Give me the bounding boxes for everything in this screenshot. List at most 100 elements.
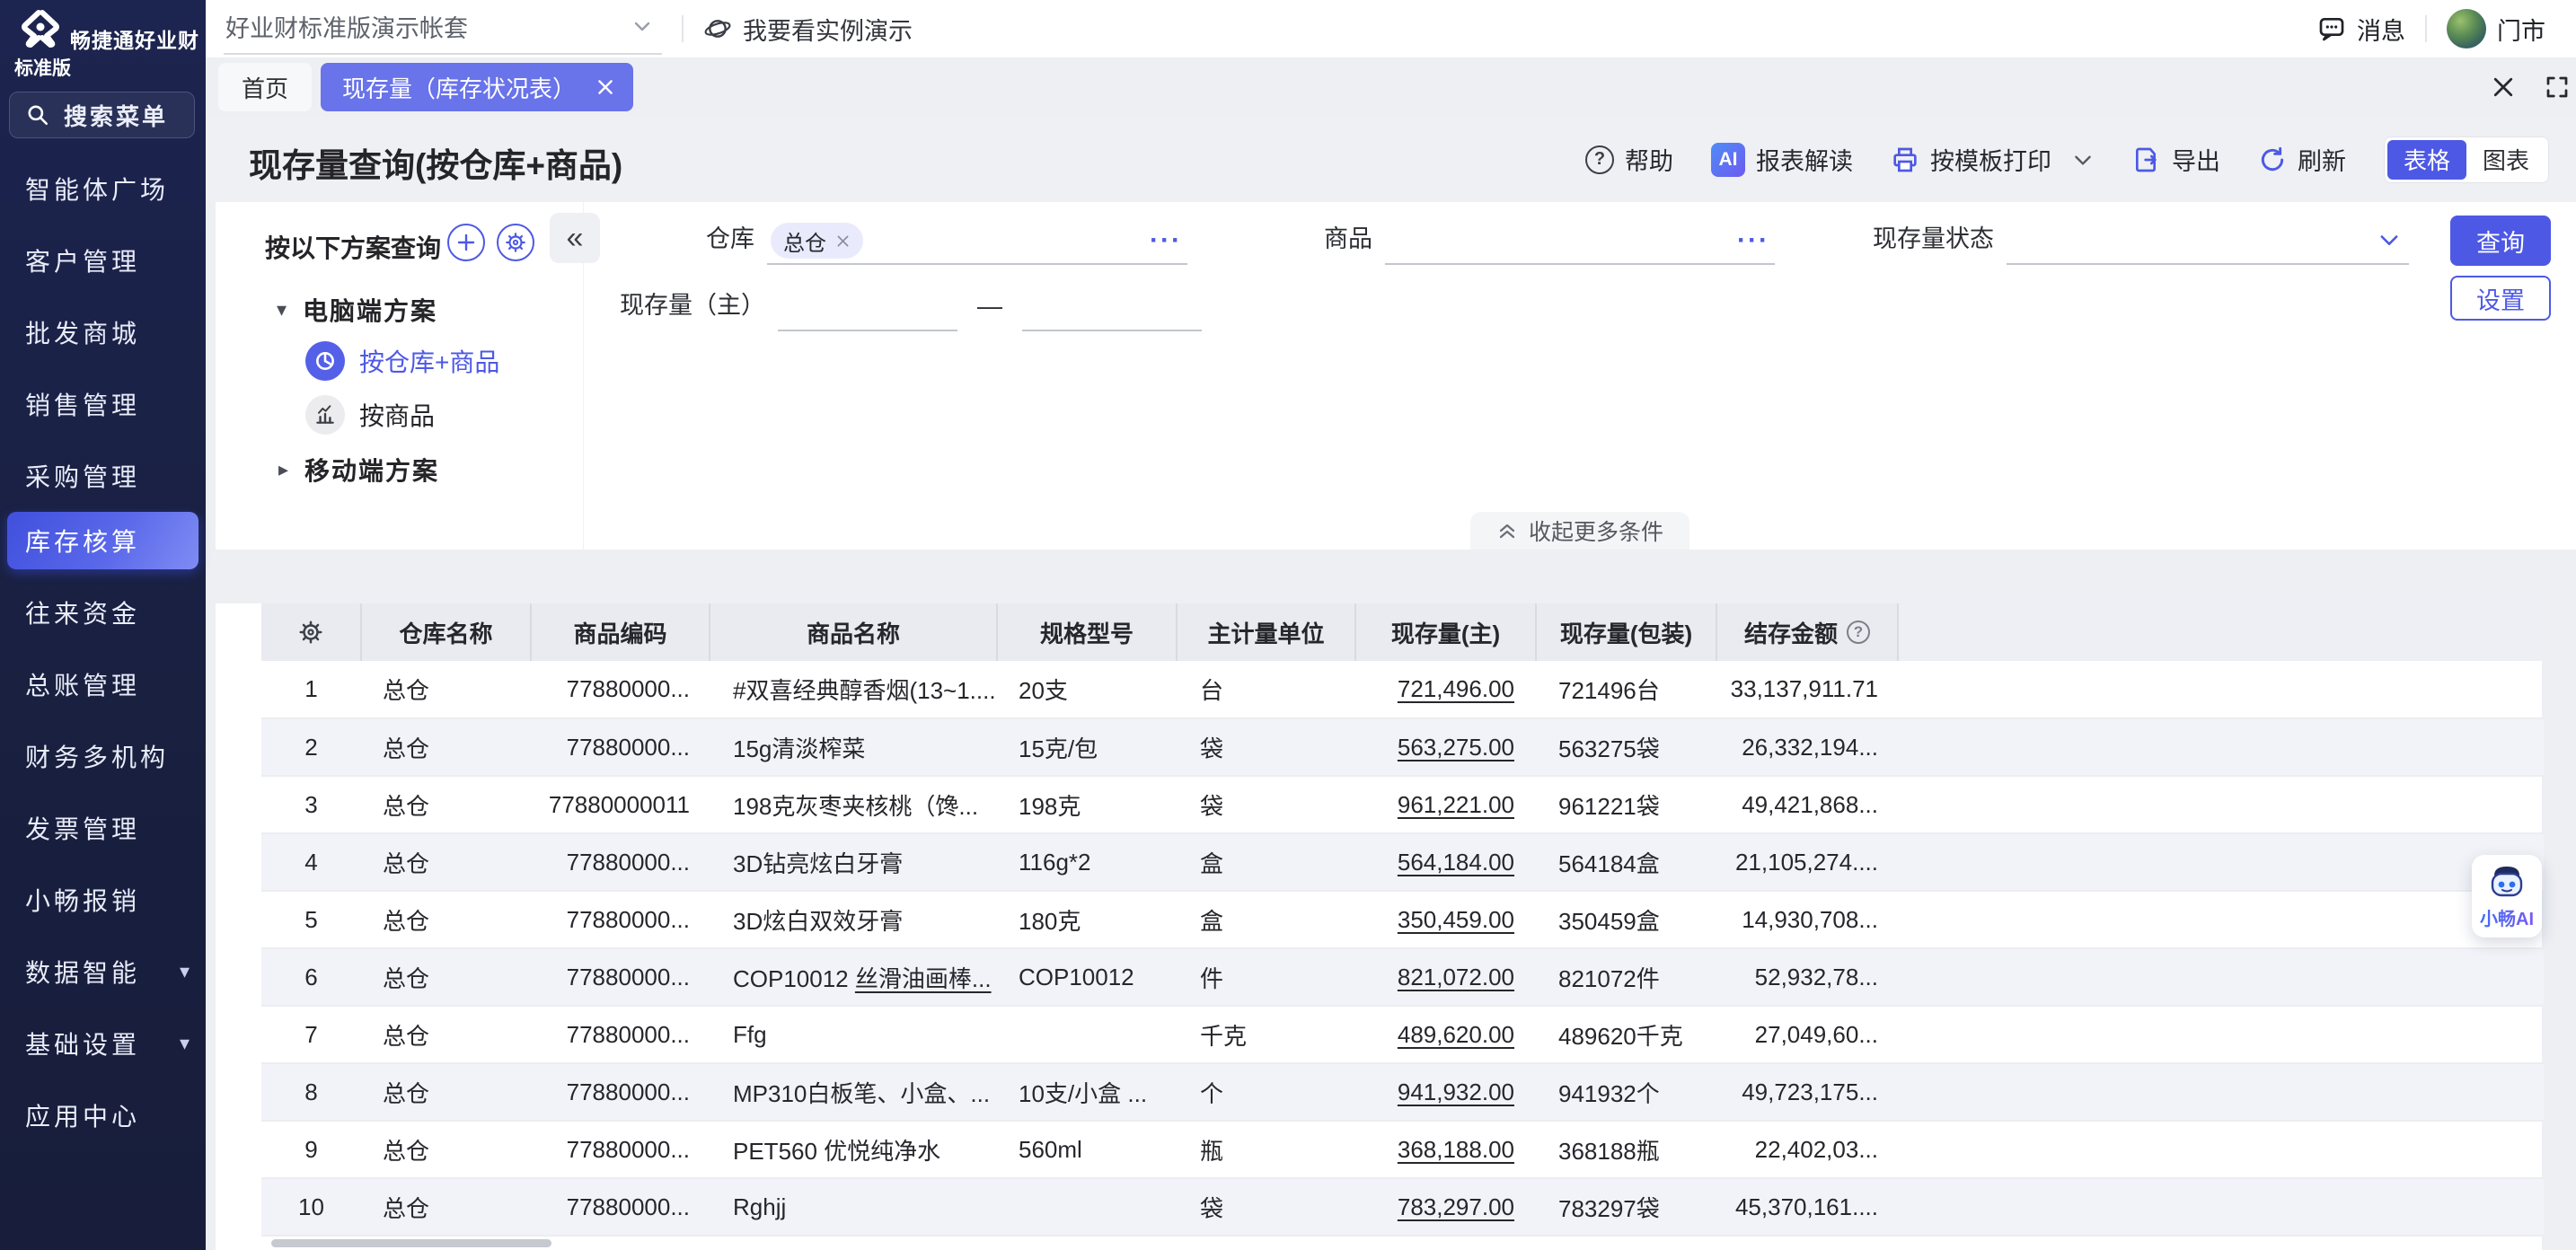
- add-scheme-button[interactable]: [447, 224, 485, 261]
- cell-row-number: 3: [261, 776, 361, 833]
- cell-warehouse: 总仓: [361, 776, 531, 833]
- sidebar-item[interactable]: 销售管理 ▾: [0, 368, 206, 440]
- qty-main-link[interactable]: 368,188.00: [1398, 1136, 1514, 1163]
- tab-close-icon[interactable]: [595, 77, 615, 97]
- cell-product-name: #双喜经典醇香烟(13~1....: [710, 661, 997, 718]
- cell-spec: 180克: [997, 891, 1177, 948]
- print-template-label: 按模板打印: [1930, 142, 2051, 177]
- sidebar-item[interactable]: 总账管理 ▾: [0, 648, 206, 720]
- product-more-button[interactable]: ···: [1737, 225, 1769, 256]
- qty-main-link[interactable]: 721,496.00: [1398, 675, 1514, 702]
- qty-main-link[interactable]: 564,184.00: [1398, 849, 1514, 876]
- scheme-settings-button[interactable]: [497, 224, 534, 261]
- table-row[interactable]: 8 总仓 77880000... MP310白板笔、小盒、... 10支/小盒 …: [261, 1063, 2544, 1121]
- demo-link[interactable]: 我要看实例演示: [703, 12, 913, 47]
- search-button[interactable]: 查询: [2450, 216, 2551, 266]
- cell-filler: [1898, 948, 2544, 1006]
- refresh-button[interactable]: 刷新: [2258, 142, 2346, 177]
- qty-min-input[interactable]: [778, 285, 957, 331]
- table-row[interactable]: 7 总仓 77880000... Ffg 千克 489,620.00 48962…: [261, 1006, 2544, 1063]
- tag-remove-icon[interactable]: [835, 233, 851, 249]
- close-icon[interactable]: [2490, 74, 2517, 101]
- sidebar-item[interactable]: 批发商城 ▾: [0, 296, 206, 368]
- qty-max-input[interactable]: [1022, 285, 1202, 331]
- product-input[interactable]: ···: [1385, 218, 1775, 265]
- sidebar-item[interactable]: 应用中心 ▾: [0, 1079, 206, 1151]
- ai-assistant-widget[interactable]: 小畅AI: [2472, 855, 2542, 938]
- search-menu-input[interactable]: 搜索菜单: [9, 92, 195, 138]
- qty-main-link[interactable]: 350,459.00: [1398, 906, 1514, 933]
- cell-row-number: 2: [261, 718, 361, 776]
- table-row[interactable]: 4 总仓 77880000... 3D钻亮炫白牙膏 116g*2 盒 564,1…: [261, 833, 2544, 891]
- stock-status-select[interactable]: [2007, 218, 2409, 265]
- qty-main-link[interactable]: 563,275.00: [1398, 734, 1514, 761]
- amount-help-icon[interactable]: ?: [1847, 621, 1870, 644]
- collapse-more-conditions[interactable]: 收起更多条件: [1470, 512, 1689, 550]
- cell-product-name: PET560 优悦纯净水: [710, 1121, 997, 1178]
- messages-button[interactable]: 消息: [2317, 12, 2405, 47]
- tree-group-mobile[interactable]: ▸ 移动端方案: [278, 452, 439, 488]
- tab-inventory-report[interactable]: 现存量（库存状况表）: [321, 63, 633, 111]
- sidebar-item[interactable]: 智能体广场 ▾: [0, 153, 206, 224]
- expand-icon[interactable]: [2544, 74, 2571, 101]
- sidebar-item[interactable]: 采购管理 ▾: [0, 440, 206, 512]
- qty-main-link[interactable]: 821,072.00: [1398, 964, 1514, 990]
- table-row[interactable]: 9 总仓 77880000... PET560 优悦纯净水 560ml 瓶 36…: [261, 1121, 2544, 1178]
- tab-home[interactable]: 首页: [218, 63, 312, 111]
- cell-unit: 台: [1177, 661, 1355, 718]
- sidebar-item[interactable]: 客户管理 ▾: [0, 224, 206, 296]
- cell-qty-main: 368,188.00: [1355, 1121, 1536, 1178]
- cell-spec: 560ml: [997, 1121, 1177, 1178]
- table-row[interactable]: 2 总仓 77880000... 15g清淡榨菜 15克/包 袋 563,275…: [261, 718, 2544, 776]
- table-row[interactable]: 1 总仓 77880000... #双喜经典醇香烟(13~1.... 20支 台…: [261, 661, 2544, 718]
- user-menu[interactable]: 门市: [2447, 9, 2545, 48]
- chart-view-button[interactable]: 图表: [2466, 140, 2545, 180]
- divider: [2425, 15, 2427, 42]
- cell-unit: 件: [1177, 948, 1355, 1006]
- cell-amount: 27,049,60...: [1716, 1006, 1898, 1063]
- product-field: 商品 ···: [1324, 218, 1775, 265]
- column-settings-header[interactable]: [261, 603, 361, 661]
- qty-main-link[interactable]: 783,297.00: [1398, 1193, 1514, 1220]
- qty-main-link[interactable]: 961,221.00: [1398, 791, 1514, 818]
- print-chevron-down-icon[interactable]: [2071, 148, 2095, 172]
- table-row[interactable]: 3 总仓 77880000011 198克灰枣夹核桃（馋... 198克 袋 9…: [261, 776, 2544, 833]
- cell-product-name: MP310白板笔、小盒、...: [710, 1063, 997, 1121]
- cell-product-name: Ffg: [710, 1006, 997, 1063]
- table-row[interactable]: 5 总仓 77880000... 3D炫白双效牙膏 180克 盒 350,459…: [261, 891, 2544, 948]
- qty-main-link[interactable]: 941,932.00: [1398, 1078, 1514, 1105]
- table-row[interactable]: 10 总仓 77880000... Rghjj 袋 783,297.00 783…: [261, 1178, 2544, 1236]
- sidebar-item[interactable]: 发票管理 ▾: [0, 792, 206, 864]
- sidebar-item[interactable]: 数据智能 ▾: [0, 936, 206, 1008]
- caret-right-icon: ▸: [278, 458, 288, 481]
- export-label: 导出: [2172, 142, 2220, 177]
- warehouse-input[interactable]: 总仓 ···: [767, 218, 1187, 265]
- scheme-item-warehouse-product[interactable]: 按仓库+商品: [305, 341, 499, 381]
- table-view-button[interactable]: 表格: [2387, 140, 2466, 180]
- settings-button[interactable]: 设置: [2450, 276, 2551, 321]
- export-button[interactable]: 导出: [2132, 142, 2220, 177]
- results-table-container: 仓库名称 商品编码 商品名称 规格型号 主计量单位 现存量(主) 现存量(包装)…: [216, 603, 2542, 1250]
- cell-amount: 49,723,175...: [1716, 1063, 1898, 1121]
- sidebar-item[interactable]: 基础设置 ▾: [0, 1008, 206, 1079]
- cell-filler: [1898, 776, 2544, 833]
- tree-group-pc[interactable]: ▾ 电脑端方案: [277, 292, 437, 328]
- table-row[interactable]: 6 总仓 77880000... COP10012 丝滑油画棒... COP10…: [261, 948, 2544, 1006]
- sidebar-item[interactable]: 往来资金 ▾: [0, 577, 206, 648]
- warehouse-label: 仓库: [706, 219, 754, 265]
- sidebar-item[interactable]: 财务多机构 ▾: [0, 720, 206, 792]
- warehouse-more-button[interactable]: ···: [1150, 225, 1182, 256]
- cell-filler: [1898, 833, 2544, 891]
- sidebar-item[interactable]: 小畅报销 ▾: [0, 864, 206, 936]
- horizontal-scrollbar-thumb[interactable]: [271, 1239, 551, 1247]
- account-select[interactable]: 好业财标准版演示帐套: [224, 4, 662, 55]
- toolbar: ? 帮助 AI 报表解读 按模板打印 导出 刷新: [1585, 117, 2549, 202]
- print-template-button[interactable]: 按模板打印: [1891, 142, 2095, 177]
- qty-main-link[interactable]: 489,620.00: [1398, 1021, 1514, 1048]
- ai-report-button[interactable]: AI 报表解读: [1711, 142, 1853, 177]
- sidebar-item[interactable]: 库存核算 ▾: [7, 512, 198, 569]
- scheme-item-product[interactable]: 按商品: [305, 395, 435, 435]
- header-product-name: 商品名称: [710, 603, 997, 661]
- help-button[interactable]: ? 帮助: [1585, 142, 1673, 177]
- collapse-panel-button[interactable]: «: [550, 213, 600, 263]
